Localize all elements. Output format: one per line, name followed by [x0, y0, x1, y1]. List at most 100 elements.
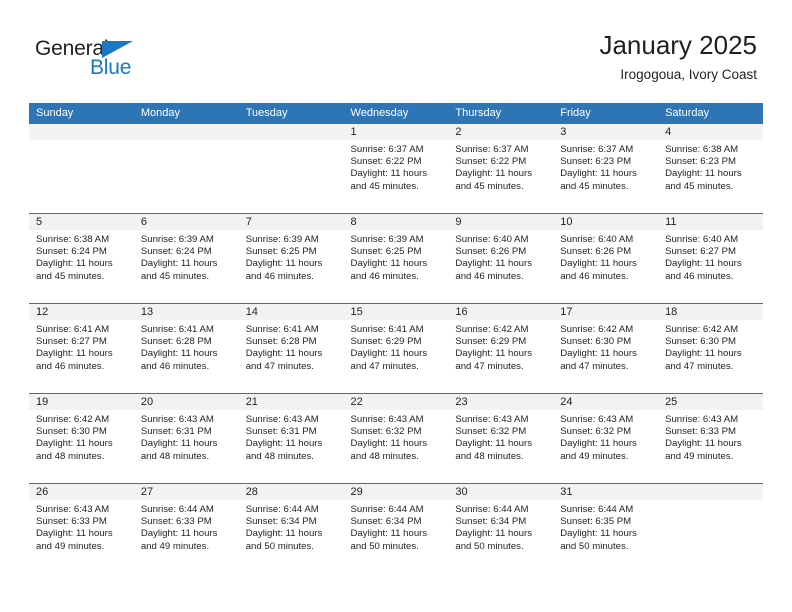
daylight-text-line2: and 48 minutes.: [245, 450, 314, 462]
calendar-day-cell[interactable]: 13 Sunrise: 6:41 AM Sunset: 6:28 PM Dayligh…: [133, 303, 239, 394]
calendar-day-cell[interactable]: 16 Sunrise: 6:42 AM Sunset: 6:29 PM Dayligh…: [448, 303, 554, 394]
calendar-grid: Sunday Monday Tuesday Wednesday Thursday…: [29, 103, 763, 574]
calendar-day-cell[interactable]: 29 Sunrise: 6:44 AM Sunset: 6:34 PM Dayligh…: [343, 483, 449, 574]
daylight-text-line1: Daylight: 11 hours: [245, 258, 323, 270]
day-details: Sunrise: 6:39 AM Sunset: 6:25 PM Daylight:…: [239, 230, 344, 283]
daylight-text-line1: Daylight: 11 hours: [245, 348, 323, 360]
sunset-text: Sunset: 6:35 PM: [560, 516, 632, 528]
daylight-text-line1: Daylight: 11 hours: [350, 348, 428, 360]
weekday-header-friday: Friday: [553, 103, 659, 124]
daylight-text-line2: and 48 minutes.: [350, 450, 419, 462]
day-number: 13: [133, 304, 239, 320]
sunset-text: Sunset: 6:25 PM: [245, 246, 317, 258]
calendar-week-row: 5 Sunrise: 6:38 AM Sunset: 6:24 PM Daylight…: [29, 213, 763, 304]
day-details: Sunrise: 6:42 AM Sunset: 6:30 PM Daylight:…: [553, 320, 658, 373]
day-details: Sunrise: 6:37 AM Sunset: 6:23 PM Daylight:…: [553, 140, 658, 193]
calendar-day-cell[interactable]: 18 Sunrise: 6:42 AM Sunset: 6:30 PM Dayligh…: [658, 303, 763, 394]
calendar-cell-empty: [658, 483, 763, 574]
day-number: 1: [343, 124, 449, 140]
daylight-text-line2: and 45 minutes.: [665, 180, 734, 192]
day-number: 11: [658, 214, 763, 230]
calendar-day-cell[interactable]: 2 Sunrise: 6:37 AM Sunset: 6:22 PM Daylight…: [448, 123, 554, 214]
sunrise-text: Sunrise: 6:42 AM: [36, 414, 110, 425]
calendar-day-cell[interactable]: 28 Sunrise: 6:44 AM Sunset: 6:34 PM Dayligh…: [238, 483, 344, 574]
calendar-day-cell[interactable]: 20 Sunrise: 6:43 AM Sunset: 6:31 PM Dayligh…: [133, 393, 239, 484]
calendar-day-cell[interactable]: 27 Sunrise: 6:44 AM Sunset: 6:33 PM Dayligh…: [133, 483, 239, 574]
daylight-text-line2: and 49 minutes.: [665, 450, 734, 462]
day-details: Sunrise: 6:43 AM Sunset: 6:32 PM Daylight:…: [448, 410, 553, 463]
daylight-text-line2: and 46 minutes.: [665, 270, 734, 282]
day-number: [29, 124, 134, 140]
calendar-day-cell[interactable]: 17 Sunrise: 6:42 AM Sunset: 6:30 PM Dayligh…: [553, 303, 659, 394]
day-number: 26: [29, 484, 134, 500]
daylight-text-line1: Daylight: 11 hours: [36, 528, 113, 540]
calendar-day-cell[interactable]: 6 Sunrise: 6:39 AM Sunset: 6:24 PM Daylight…: [133, 213, 239, 304]
sunrise-text: Sunrise: 6:39 AM: [350, 234, 424, 245]
weekday-header-monday: Monday: [133, 103, 239, 124]
day-number: 29: [343, 484, 449, 500]
daylight-text-line1: Daylight: 11 hours: [455, 168, 532, 180]
daylight-text-line1: Daylight: 11 hours: [455, 258, 532, 270]
calendar-day-cell[interactable]: 22 Sunrise: 6:43 AM Sunset: 6:32 PM Dayligh…: [343, 393, 449, 484]
daylight-text-line1: Daylight: 11 hours: [560, 438, 637, 450]
sunset-text: Sunset: 6:26 PM: [560, 246, 632, 258]
day-details: Sunrise: 6:44 AM Sunset: 6:34 PM Daylight:…: [448, 500, 553, 553]
calendar-day-cell[interactable]: 8 Sunrise: 6:39 AM Sunset: 6:25 PM Daylight…: [343, 213, 449, 304]
calendar-day-cell[interactable]: 19 Sunrise: 6:42 AM Sunset: 6:30 PM Dayligh…: [29, 393, 134, 484]
daylight-text-line2: and 46 minutes.: [140, 360, 210, 372]
calendar-day-cell[interactable]: 24 Sunrise: 6:43 AM Sunset: 6:32 PM Dayligh…: [553, 393, 659, 484]
sunrise-text: Sunrise: 6:43 AM: [665, 414, 739, 425]
calendar-day-cell[interactable]: 1 Sunrise: 6:37 AM Sunset: 6:22 PM Daylight…: [343, 123, 449, 214]
day-details: Sunrise: 6:41 AM Sunset: 6:28 PM Daylight:…: [239, 320, 344, 373]
calendar-day-cell[interactable]: 26 Sunrise: 6:43 AM Sunset: 6:33 PM Dayligh…: [29, 483, 134, 574]
calendar-day-cell[interactable]: 10 Sunrise: 6:40 AM Sunset: 6:26 PM Dayligh…: [553, 213, 659, 304]
sunset-text: Sunset: 6:34 PM: [455, 516, 527, 528]
daylight-text-line1: Daylight: 11 hours: [36, 438, 113, 450]
calendar-cell-empty: [29, 123, 134, 214]
weekday-header-row: Sunday Monday Tuesday Wednesday Thursday…: [29, 103, 763, 124]
calendar-day-cell[interactable]: 5 Sunrise: 6:38 AM Sunset: 6:24 PM Daylight…: [29, 213, 134, 304]
day-details: Sunrise: 6:42 AM Sunset: 6:30 PM Daylight:…: [658, 320, 763, 373]
day-number: 19: [29, 394, 134, 410]
calendar-day-cell[interactable]: 3 Sunrise: 6:37 AM Sunset: 6:23 PM Daylight…: [553, 123, 659, 214]
day-number: [133, 124, 239, 140]
daylight-text-line2: and 47 minutes.: [665, 360, 734, 372]
daylight-text-line2: and 45 minutes.: [560, 180, 629, 192]
daylight-text-line2: and 50 minutes.: [455, 540, 524, 552]
day-number: 16: [448, 304, 554, 320]
sunset-text: Sunset: 6:33 PM: [140, 516, 212, 528]
sunset-text: Sunset: 6:27 PM: [665, 246, 736, 258]
calendar-day-cell[interactable]: 30 Sunrise: 6:44 AM Sunset: 6:34 PM Dayligh…: [448, 483, 554, 574]
daylight-text-line2: and 46 minutes.: [455, 270, 524, 282]
day-details: Sunrise: 6:44 AM Sunset: 6:34 PM Daylight:…: [344, 500, 449, 553]
daylight-text-line1: Daylight: 11 hours: [140, 348, 218, 360]
daylight-text-line2: and 50 minutes.: [245, 540, 314, 552]
day-number: 28: [238, 484, 344, 500]
calendar-day-cell[interactable]: 4 Sunrise: 6:38 AM Sunset: 6:23 PM Daylight…: [658, 123, 763, 214]
sunrise-text: Sunrise: 6:40 AM: [560, 234, 634, 245]
day-number: 23: [448, 394, 554, 410]
calendar-day-cell[interactable]: 15 Sunrise: 6:41 AM Sunset: 6:29 PM Dayligh…: [343, 303, 449, 394]
sunrise-text: Sunrise: 6:41 AM: [140, 324, 214, 335]
calendar-day-cell[interactable]: 21 Sunrise: 6:43 AM Sunset: 6:31 PM Dayligh…: [238, 393, 344, 484]
sunset-text: Sunset: 6:23 PM: [560, 156, 632, 168]
daylight-text-line2: and 49 minutes.: [140, 540, 210, 552]
day-details: Sunrise: 6:40 AM Sunset: 6:27 PM Daylight:…: [658, 230, 763, 283]
sunset-text: Sunset: 6:33 PM: [665, 426, 736, 438]
calendar-day-cell[interactable]: 14 Sunrise: 6:41 AM Sunset: 6:28 PM Dayligh…: [238, 303, 344, 394]
day-details: Sunrise: 6:42 AM Sunset: 6:29 PM Daylight:…: [448, 320, 553, 373]
calendar-day-cell[interactable]: 7 Sunrise: 6:39 AM Sunset: 6:25 PM Daylight…: [238, 213, 344, 304]
calendar-day-cell[interactable]: 12 Sunrise: 6:41 AM Sunset: 6:27 PM Dayligh…: [29, 303, 134, 394]
calendar-day-cell[interactable]: 31 Sunrise: 6:44 AM Sunset: 6:35 PM Dayligh…: [553, 483, 659, 574]
calendar-day-cell[interactable]: 23 Sunrise: 6:43 AM Sunset: 6:32 PM Dayligh…: [448, 393, 554, 484]
calendar-day-cell[interactable]: 9 Sunrise: 6:40 AM Sunset: 6:26 PM Daylight…: [448, 213, 554, 304]
calendar-day-cell[interactable]: 25 Sunrise: 6:43 AM Sunset: 6:33 PM Dayligh…: [658, 393, 763, 484]
calendar-day-cell[interactable]: 11 Sunrise: 6:40 AM Sunset: 6:27 PM Dayligh…: [658, 213, 763, 304]
day-number: 4: [658, 124, 763, 140]
sunrise-text: Sunrise: 6:42 AM: [455, 324, 529, 335]
daylight-text-line2: and 46 minutes.: [350, 270, 419, 282]
daylight-text-line2: and 47 minutes.: [245, 360, 314, 372]
daylight-text-line2: and 46 minutes.: [560, 270, 629, 282]
sunrise-text: Sunrise: 6:44 AM: [245, 504, 319, 515]
daylight-text-line2: and 47 minutes.: [350, 360, 419, 372]
